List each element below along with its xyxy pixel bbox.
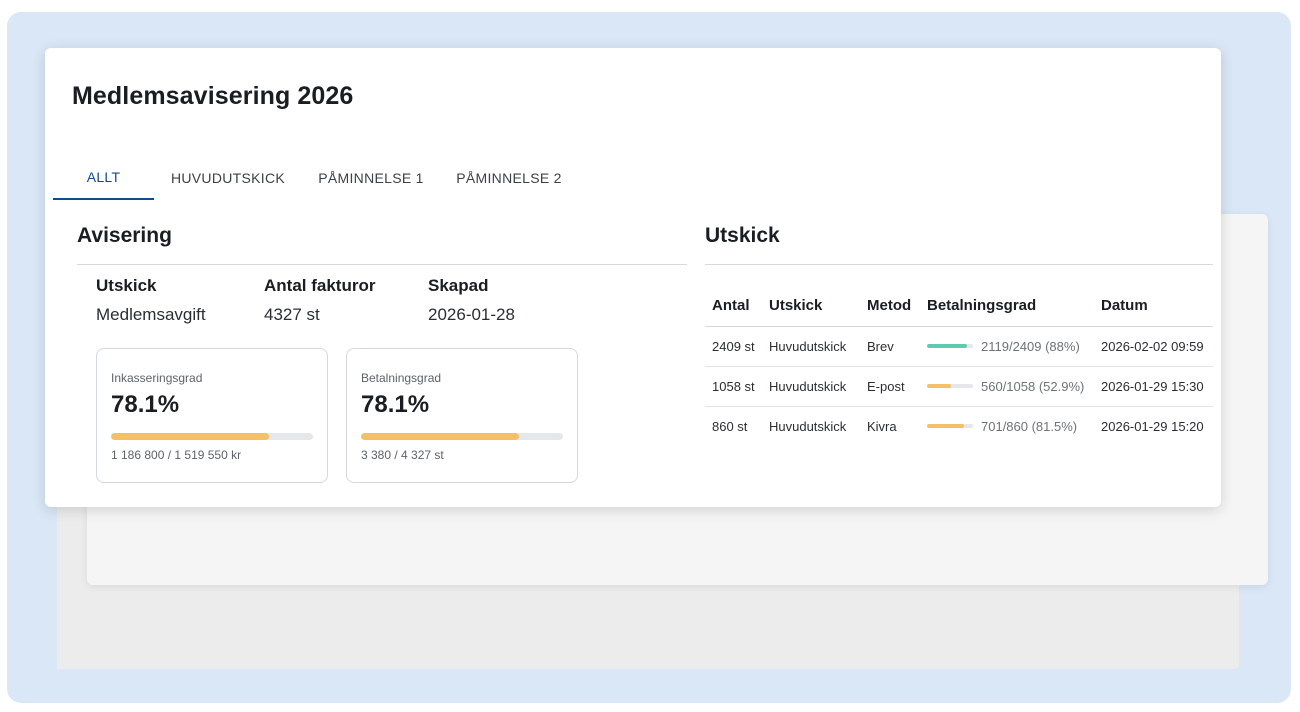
cell-datum: 2026-01-29 15:20 [1101, 418, 1204, 434]
info-skapad: Skapad 2026-01-28 [428, 276, 515, 325]
cell-betalningsgrad: 701/860 (81.5%) [920, 406, 1094, 446]
payment-rate: 560/1058 (52.9%) [927, 379, 1094, 394]
tab-allt[interactable]: ALLT [53, 156, 154, 200]
cell-utskick: Huvudutskick [762, 366, 860, 407]
progress-bar [927, 424, 973, 429]
cell-datum: 2026-01-29 15:30 [1094, 366, 1213, 407]
stat-label: Betalningsgrad [361, 371, 442, 385]
progress-bar [361, 433, 563, 440]
tab-paminnelse-1[interactable]: PÅMINNELSE 1 [302, 156, 440, 200]
progress-fill [927, 344, 968, 348]
column-header-datum: Datum [1094, 285, 1213, 327]
utskick-divider [705, 264, 1213, 265]
stat-subtext: 1 186 800 / 1 519 550 kr [111, 448, 242, 462]
cell-betalningsgrad: 2119/2409 (88%) [920, 326, 1094, 367]
progress-bar [927, 344, 973, 348]
stat-label: Inkasseringsgrad [111, 371, 203, 385]
stat-value: 78.1% [361, 391, 430, 418]
main-card: Medlemsavisering 2026 ALLT HUVUDUTSKICK … [45, 48, 1221, 507]
info-value: 2026-01-28 [428, 305, 515, 324]
page-title: Medlemsavisering 2026 [72, 82, 354, 110]
table-row[interactable]: 2409 st Huvudutskick Brev 2119/2409 (88%… [705, 326, 1213, 367]
column-header-betalningsgrad: Betalningsgrad [920, 285, 1094, 327]
info-label: Skapad [428, 276, 489, 295]
cell-antal: 860 st [712, 418, 748, 434]
background-panel-edge [57, 480, 87, 669]
payment-rate-text: 701/860 (81.5%) [981, 418, 1078, 434]
utskick-heading: Utskick [705, 224, 780, 247]
info-label: Antal fakturor [264, 276, 376, 295]
progress-fill [927, 384, 952, 388]
column-header-antal: Antal [705, 285, 762, 327]
cell-utskick: Huvudutskick [769, 418, 847, 434]
cell-antal: 2409 st [705, 326, 762, 367]
progress-bar [111, 433, 313, 440]
payment-rate-text: 2119/2409 (88%) [981, 338, 1080, 354]
cell-metod: E-post [860, 366, 920, 407]
stat-value: 78.1% [111, 391, 180, 418]
progress-fill [361, 433, 519, 440]
cell-metod: Kivra [867, 418, 897, 434]
table-row[interactable]: 860 st Huvudutskick Kivra 701/860 (81.5%… [705, 406, 1213, 446]
info-value: Medlemsavgift [96, 305, 206, 324]
progress-bar [927, 384, 973, 388]
payment-rate: 701/860 (81.5%) [927, 419, 1094, 434]
table-row[interactable]: 1058 st Huvudutskick E-post 560/1058 (52… [705, 366, 1213, 407]
payment-rate-text: 560/1058 (52.9%) [981, 378, 1085, 394]
stat-card-betalningsgrad: Betalningsgrad 78.1% 3 380 / 4 327 st [346, 348, 578, 483]
table-header-row: Antal Utskick Metod Betalningsgrad Datum [705, 285, 1213, 327]
info-antal-fakturor: Antal fakturor 4327 st [264, 276, 375, 325]
info-value: 4327 st [264, 305, 320, 324]
cell-utskick: Huvudutskick [762, 326, 860, 367]
payment-rate: 2119/2409 (88%) [927, 339, 1094, 354]
tab-huvudutskick[interactable]: HUVUDUTSKICK [154, 156, 302, 200]
cell-datum: 2026-02-02 09:59 [1094, 326, 1213, 367]
column-header-utskick: Utskick [762, 285, 860, 327]
utskick-table: Antal Utskick Metod Betalningsgrad Datum… [705, 285, 1213, 446]
cell-betalningsgrad: 560/1058 (52.9%) [920, 366, 1094, 407]
stat-subtext: 3 380 / 4 327 st [361, 448, 444, 462]
avisering-divider [77, 264, 687, 265]
progress-fill [111, 433, 269, 440]
stat-card-inkasseringsgrad: Inkasseringsgrad 78.1% 1 186 800 / 1 519… [96, 348, 328, 483]
column-header-metod: Metod [860, 285, 920, 327]
info-label: Utskick [96, 276, 157, 295]
avisering-heading: Avisering [77, 224, 172, 247]
progress-fill [927, 424, 965, 429]
cell-antal: 1058 st [705, 366, 762, 407]
cell-metod: Brev [860, 326, 920, 367]
tab-paminnelse-2[interactable]: PÅMINNELSE 2 [440, 156, 578, 200]
tab-bar: ALLT HUVUDUTSKICK PÅMINNELSE 1 PÅMINNELS… [53, 156, 578, 200]
info-utskick: Utskick Medlemsavgift [96, 276, 206, 325]
